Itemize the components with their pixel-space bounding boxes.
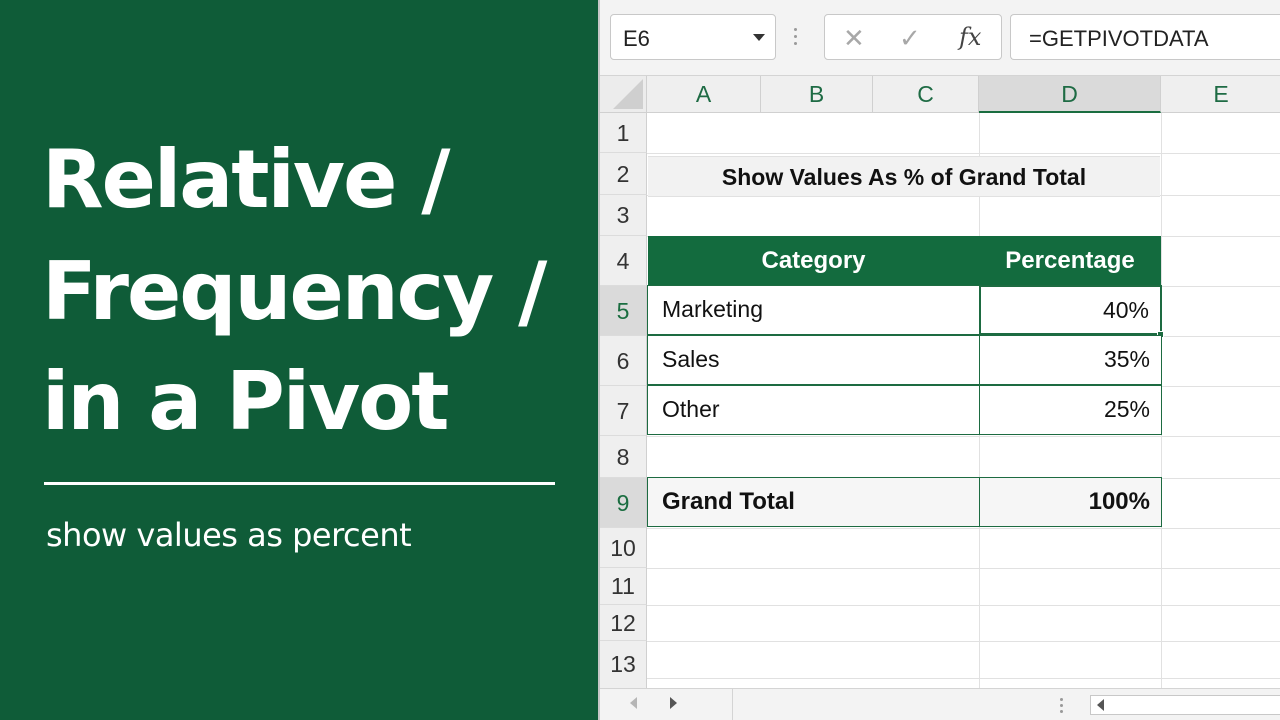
column-header-e[interactable]: E (1161, 76, 1280, 113)
sheet-scroll-left-icon[interactable] (630, 697, 637, 709)
gridline (647, 153, 1280, 154)
select-all-button[interactable] (600, 76, 647, 113)
row-header-6[interactable]: 6 (600, 336, 647, 386)
formula-bar: E6 ✕ ✓ fx =GETPIVOTDATA (600, 0, 1280, 76)
cell-percentage-marketing[interactable]: 40% (979, 285, 1162, 335)
cell-category-other[interactable]: Other (647, 385, 980, 435)
gridline (647, 678, 1280, 679)
formula-text: =GETPIVOTDATA (1029, 26, 1209, 51)
horizontal-scrollbar[interactable] (600, 688, 1280, 720)
gridline (647, 641, 1280, 642)
headline-line-1: Relative / (42, 133, 450, 226)
row-header-7[interactable]: 7 (600, 386, 647, 436)
cell-grand-total-label[interactable]: Grand Total (647, 477, 980, 527)
gridline (647, 528, 1280, 529)
cell-category-marketing[interactable]: Marketing (647, 285, 980, 335)
formula-input[interactable]: =GETPIVOTDATA (1010, 14, 1280, 60)
row-header-10[interactable]: 10 (600, 528, 647, 568)
column-header-c[interactable]: C (873, 76, 979, 113)
row-header-5[interactable]: 5 (600, 286, 647, 336)
row-header-2[interactable]: 2 (600, 153, 647, 195)
scroll-track[interactable] (1090, 695, 1280, 715)
worksheet-grid[interactable]: A B C D E 1 2 3 4 5 6 7 8 9 10 11 12 13 … (600, 76, 1280, 688)
column-header-a[interactable]: A (647, 76, 761, 113)
row-header-8[interactable]: 8 (600, 436, 647, 478)
column-header-b[interactable]: B (761, 76, 873, 113)
cancel-icon[interactable]: ✕ (843, 23, 865, 54)
gridline (647, 568, 1280, 569)
formula-buttons: ✕ ✓ fx (824, 14, 1002, 60)
headline-divider (44, 482, 555, 485)
cell-percentage-sales[interactable]: 35% (979, 335, 1162, 385)
name-box-value: E6 (623, 26, 650, 51)
cell-grand-total-value[interactable]: 100% (979, 477, 1162, 527)
cell-category-sales[interactable]: Sales (647, 335, 980, 385)
row-header-3[interactable]: 3 (600, 195, 647, 236)
sheet-scroll-right-icon[interactable] (670, 697, 677, 709)
table-title-cell[interactable]: Show Values As % of Grand Total (648, 156, 1160, 197)
column-header-d[interactable]: D (979, 76, 1161, 113)
headline-subtitle: show values as percent (46, 516, 412, 554)
header-category[interactable]: Category (648, 236, 979, 285)
gridline (647, 605, 1280, 606)
cell-percentage-other[interactable]: 25% (979, 385, 1162, 435)
row-header-11[interactable]: 11 (600, 568, 647, 605)
header-percentage[interactable]: Percentage (979, 236, 1161, 285)
scrollbar-divider (732, 689, 733, 720)
spreadsheet-window: E6 ✕ ✓ fx =GETPIVOTDATA A B C D E 1 2 3 … (598, 0, 1280, 720)
scroll-left-arrow-icon[interactable] (1097, 699, 1104, 711)
row-header-1[interactable]: 1 (600, 113, 647, 153)
row-header-12[interactable]: 12 (600, 605, 647, 641)
name-box-dropdown-icon[interactable] (753, 34, 765, 41)
insert-function-icon[interactable]: fx (959, 23, 981, 51)
name-box[interactable]: E6 (610, 14, 776, 60)
headline-line-3: in a Pivot (42, 355, 449, 448)
row-header-4[interactable]: 4 (600, 236, 647, 286)
title-panel: Relative / Frequency / in a Pivot show v… (0, 0, 598, 720)
headline-line-2: Frequency / (42, 245, 547, 338)
enter-icon[interactable]: ✓ (899, 23, 921, 54)
split-grip-icon[interactable] (1060, 698, 1063, 716)
row-header-9[interactable]: 9 (600, 478, 647, 528)
gridline (647, 436, 1280, 437)
formula-bar-grip-icon[interactable] (794, 28, 798, 46)
row-header-13[interactable]: 13 (600, 641, 647, 688)
